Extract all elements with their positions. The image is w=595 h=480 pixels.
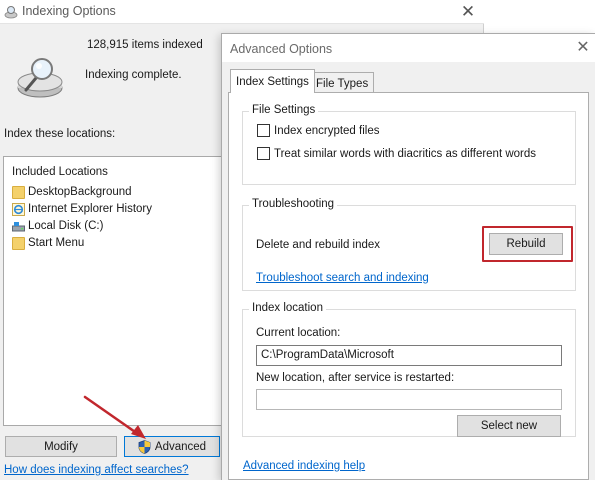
current-location-field[interactable]: C:\ProgramData\Microsoft (256, 345, 562, 366)
items-indexed-count: 128,915 items indexed (87, 39, 203, 51)
advanced-options-window: Advanced Options ✕ Index Settings File T… (221, 33, 595, 480)
current-location-label: Current location: (256, 327, 341, 339)
advanced-indexing-help-link[interactable]: Advanced indexing help (243, 460, 365, 472)
list-item[interactable]: Start Menu (12, 235, 84, 251)
index-locations-label: Index these locations: (4, 128, 116, 140)
delete-rebuild-text: Delete and rebuild index (256, 239, 381, 251)
list-item[interactable]: Internet Explorer History (12, 201, 152, 217)
location-label: Local Disk (C:) (28, 220, 104, 232)
advanced-button-label: Advanced (154, 440, 207, 453)
index-settings-panel: File Settings Index encrypted files Trea… (228, 92, 589, 480)
indexing-options-titlebar: Indexing Options ✕ (0, 0, 484, 24)
location-label: DesktopBackground (28, 186, 132, 198)
file-settings-group: File Settings Index encrypted files Trea… (242, 104, 576, 185)
index-encrypted-checkbox[interactable] (257, 124, 270, 137)
index-encrypted-label: Index encrypted files (274, 124, 380, 137)
internet-explorer-icon (12, 202, 25, 216)
index-encrypted-option[interactable]: Index encrypted files (257, 124, 379, 137)
select-new-button[interactable]: Select new (457, 415, 561, 437)
advanced-options-titlebar: Advanced Options ✕ (222, 34, 595, 62)
index-location-group: Index location Current location: C:\Prog… (242, 302, 576, 437)
indexing-app-icon (4, 6, 18, 19)
advanced-options-title: Advanced Options (230, 42, 333, 56)
drive-icon (12, 221, 25, 231)
red-arrow-annotation-icon (83, 395, 146, 439)
diacritics-option[interactable]: Treat similar words with diacritics as d… (257, 147, 536, 160)
indexing-options-title: Indexing Options (22, 4, 116, 18)
location-label: Internet Explorer History (28, 203, 152, 215)
indexing-status-icon (17, 58, 63, 98)
troubleshooting-label: Troubleshooting (249, 198, 338, 210)
location-label: Start Menu (28, 237, 85, 249)
folder-icon (12, 236, 25, 250)
rebuild-button[interactable]: Rebuild (489, 233, 563, 255)
folder-icon (12, 185, 25, 199)
list-item[interactable]: Local Disk (C:) (12, 218, 103, 234)
how-indexing-affects-searches-link[interactable]: How does indexing affect searches? (4, 464, 189, 476)
list-item[interactable]: DesktopBackground (12, 184, 132, 200)
tab-file-types[interactable]: File Types (310, 72, 375, 94)
new-location-label: New location, after service is restarted… (256, 372, 455, 384)
troubleshooting-group: Troubleshooting Delete and rebuild index… (242, 198, 576, 291)
included-locations-list[interactable]: Included Locations DesktopBackground Int… (3, 156, 231, 426)
tab-index-settings[interactable]: Index Settings (230, 69, 315, 93)
troubleshoot-search-link[interactable]: Troubleshoot search and indexing (256, 272, 429, 284)
indexing-status-text: Indexing complete. (85, 69, 182, 81)
file-settings-label: File Settings (249, 104, 319, 116)
diacritics-label: Treat similar words with diacritics as d… (274, 147, 537, 160)
included-locations-header: Included Locations (12, 166, 108, 178)
close-icon[interactable]: ✕ (574, 38, 592, 58)
diacritics-checkbox[interactable] (257, 147, 270, 160)
new-location-field[interactable] (256, 389, 562, 410)
index-location-label: Index location (249, 302, 326, 314)
close-icon[interactable]: ✕ (458, 2, 478, 22)
